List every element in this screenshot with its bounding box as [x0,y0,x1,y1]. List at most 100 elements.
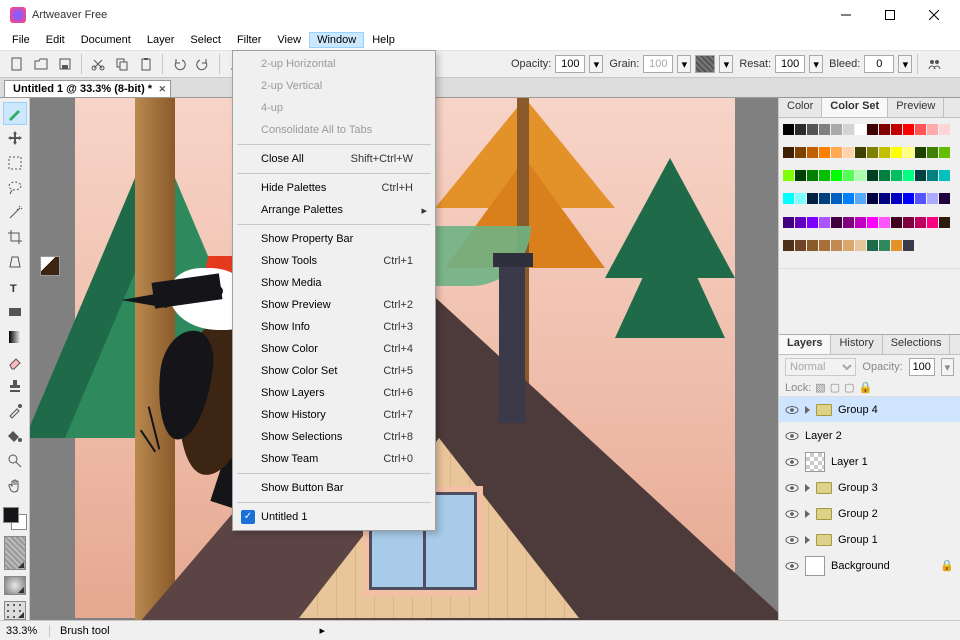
status-arrow-icon[interactable]: ▸ [320,624,326,637]
lock-pixels-icon[interactable]: ▢ [830,381,840,394]
color-cell[interactable] [831,170,842,181]
color-cell[interactable] [903,147,914,158]
layer-row[interactable]: Group 1 [779,527,960,553]
save-button[interactable] [54,53,76,75]
text-tool[interactable]: T [3,276,27,299]
color-cell[interactable] [867,240,878,251]
lock-transparency-icon[interactable]: ▧ [815,381,825,394]
color-cell[interactable] [891,217,902,228]
color-tab-color[interactable]: Color [779,98,822,117]
color-cell[interactable] [831,193,842,204]
layer-tab-layers[interactable]: Layers [779,335,831,354]
color-cell[interactable] [879,193,890,204]
document-tab[interactable]: Untitled 1 @ 33.3% (8-bit) * ✕ [4,80,171,97]
menu-item-arrange-palettes[interactable]: Arrange Palettes [235,199,433,221]
visibility-icon[interactable] [785,403,799,417]
menu-item-show-color-set[interactable]: Show Color SetCtrl+5 [235,360,433,382]
color-cell[interactable] [855,217,866,228]
color-cell[interactable] [915,147,926,158]
color-cell[interactable] [795,170,806,181]
color-cell[interactable] [807,193,818,204]
layer-row[interactable]: Background🔒 [779,553,960,579]
color-cell[interactable] [867,124,878,135]
layer-row[interactable]: Layer 2 [779,423,960,449]
color-cell[interactable] [927,170,938,181]
color-cell[interactable] [903,240,914,251]
hand-tool[interactable] [3,474,27,497]
eyedropper-tool[interactable] [3,400,27,423]
zoom-display[interactable]: 33.3% [6,625,50,637]
menu-item-show-preview[interactable]: Show PreviewCtrl+2 [235,294,433,316]
color-cell[interactable] [807,170,818,181]
color-cell[interactable] [819,240,830,251]
color-cell[interactable] [819,170,830,181]
grain-input[interactable] [643,55,673,73]
color-cell[interactable] [879,147,890,158]
color-cell[interactable] [843,147,854,158]
color-cell[interactable] [891,124,902,135]
menu-file[interactable]: File [4,32,38,48]
color-cell[interactable] [843,124,854,135]
color-cell[interactable] [915,124,926,135]
menu-item-show-history[interactable]: Show HistoryCtrl+7 [235,404,433,426]
crop-tool[interactable] [3,226,27,249]
color-cell[interactable] [867,217,878,228]
color-cell[interactable] [879,124,890,135]
menu-item-show-tools[interactable]: Show ToolsCtrl+1 [235,250,433,272]
color-cell[interactable] [855,124,866,135]
color-cell[interactable] [903,217,914,228]
color-cell[interactable] [915,170,926,181]
color-cell[interactable] [855,147,866,158]
redo-button[interactable] [192,53,214,75]
minimize-button[interactable] [824,1,868,29]
color-cell[interactable] [891,170,902,181]
color-cell[interactable] [843,240,854,251]
menu-window[interactable]: Window [309,32,364,48]
grain-swatch[interactable] [695,55,715,73]
perspective-tool[interactable] [3,251,27,274]
visibility-icon[interactable] [785,481,799,495]
bleed-input[interactable] [864,55,894,73]
color-cell[interactable] [807,217,818,228]
layer-row[interactable]: Group 4 [779,397,960,423]
color-cell[interactable] [915,217,926,228]
grain-dropdown[interactable]: ▾ [677,55,691,73]
menu-filter[interactable]: Filter [229,32,269,48]
expand-icon[interactable] [805,406,810,414]
stamp-tool[interactable] [3,375,27,398]
close-tab-icon[interactable]: ✕ [159,84,167,95]
menu-item-show-color[interactable]: Show ColorCtrl+4 [235,338,433,360]
color-cell[interactable] [915,193,926,204]
color-cell[interactable] [783,240,794,251]
color-cell[interactable] [783,124,794,135]
menu-item-hide-palettes[interactable]: Hide PalettesCtrl+H [235,177,433,199]
close-button[interactable] [912,1,956,29]
color-cell[interactable] [891,240,902,251]
layer-tab-selections[interactable]: Selections [883,335,951,354]
color-cell[interactable] [879,240,890,251]
menu-item-show-property-bar[interactable]: Show Property Bar [235,228,433,250]
layer-row[interactable]: Layer 1 [779,449,960,475]
opacity-input[interactable] [555,55,585,73]
brush-tool[interactable] [3,102,27,125]
bleed-dropdown[interactable]: ▾ [898,55,912,73]
color-cell[interactable] [927,193,938,204]
color-cell[interactable] [783,147,794,158]
color-cell[interactable] [927,147,938,158]
selection-tool[interactable] [3,152,27,175]
visibility-icon[interactable] [785,429,799,443]
color-cell[interactable] [807,147,818,158]
paper-texture[interactable] [4,536,26,570]
move-tool[interactable] [3,127,27,150]
color-cell[interactable] [867,147,878,158]
menu-item-show-team[interactable]: Show TeamCtrl+0 [235,448,433,470]
maximize-button[interactable] [868,1,912,29]
color-cell[interactable] [939,124,950,135]
visibility-icon[interactable] [785,507,799,521]
menu-edit[interactable]: Edit [38,32,73,48]
color-cell[interactable] [939,217,950,228]
menu-layer[interactable]: Layer [139,32,183,48]
lock-all-icon[interactable]: 🔒 [859,381,873,394]
layer-row[interactable]: Group 3 [779,475,960,501]
menu-item-untitled-1[interactable]: Untitled 1 [235,506,433,528]
